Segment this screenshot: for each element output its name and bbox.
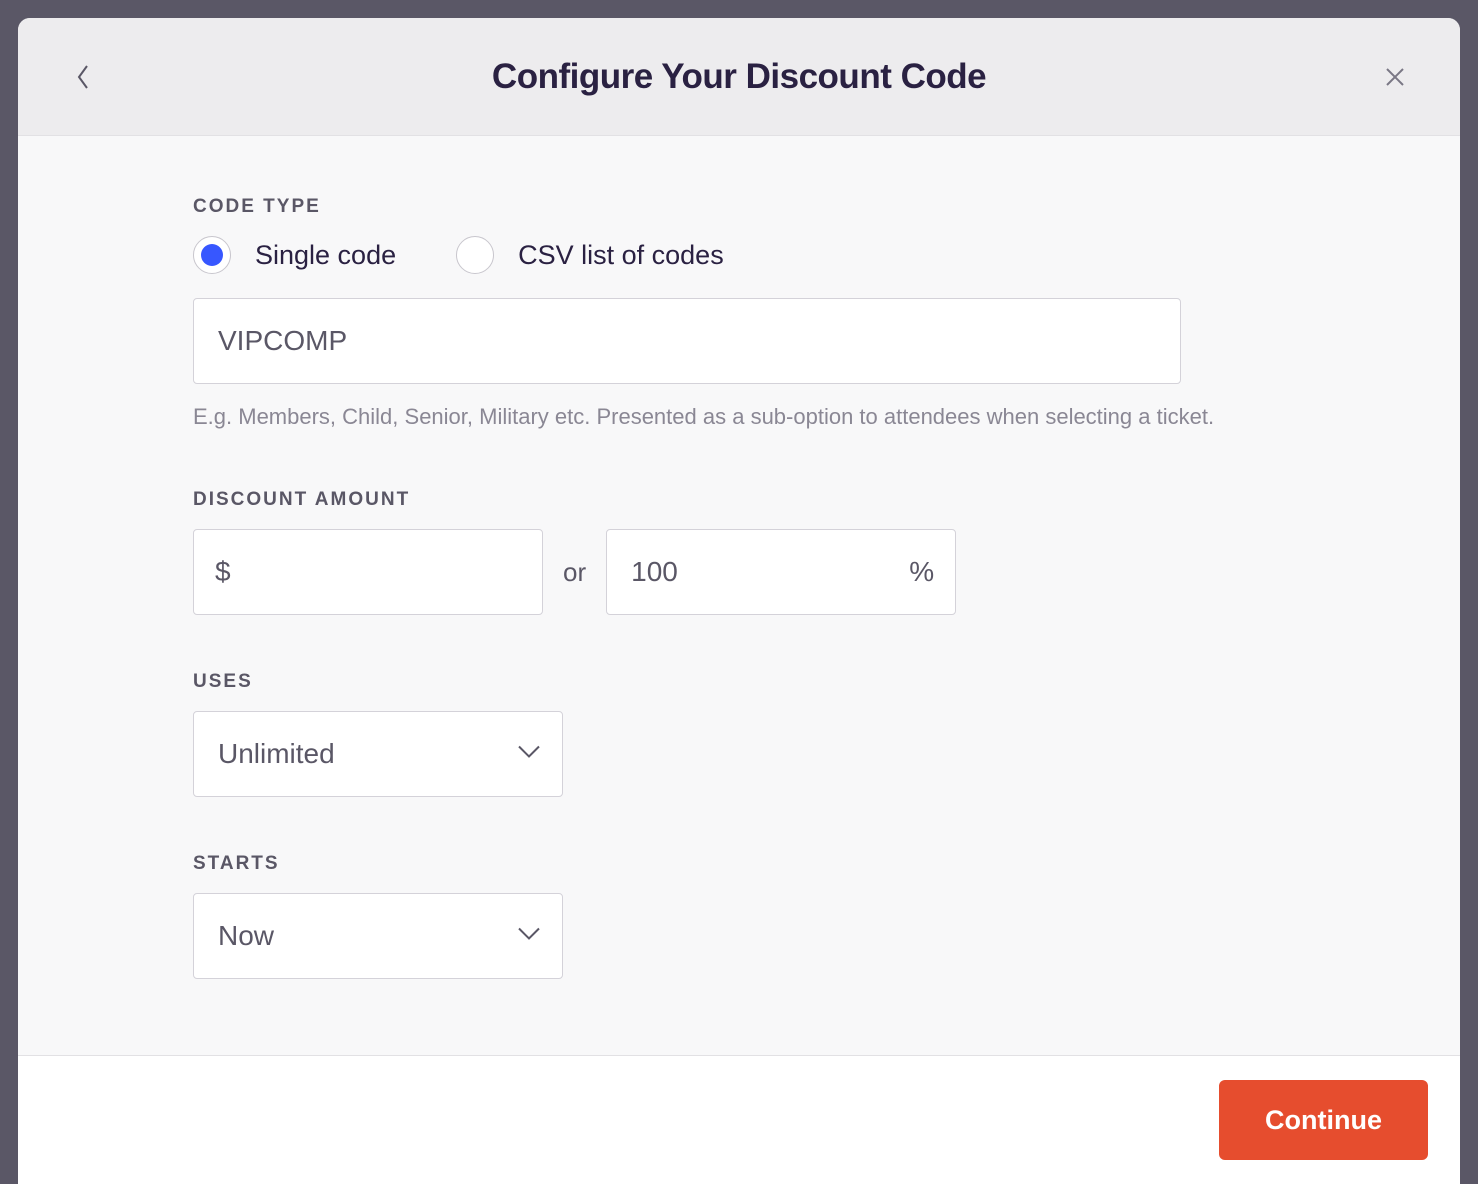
- dollar-symbol: $: [215, 556, 231, 588]
- code-type-radio-group: Single code CSV list of codes: [193, 236, 1285, 274]
- radio-single-code[interactable]: Single code: [193, 236, 396, 274]
- uses-section: USES Unlimited: [193, 671, 1285, 797]
- starts-label: STARTS: [193, 853, 1285, 875]
- continue-button[interactable]: Continue: [1219, 1080, 1428, 1160]
- or-text: or: [563, 557, 586, 588]
- uses-select[interactable]: Unlimited: [193, 711, 563, 797]
- discount-amount-section: DISCOUNT AMOUNT $ or %: [193, 489, 1285, 615]
- radio-csv-label: CSV list of codes: [518, 240, 724, 271]
- starts-select[interactable]: Now: [193, 893, 563, 979]
- discount-amount-label: DISCOUNT AMOUNT: [193, 489, 1285, 511]
- discount-code-modal: Configure Your Discount Code CODE TYPE S…: [18, 18, 1460, 1184]
- dollar-input-wrapper: $: [193, 529, 543, 615]
- amount-row: $ or %: [193, 529, 1285, 615]
- modal-title: Configure Your Discount Code: [492, 57, 986, 97]
- radio-indicator: [456, 236, 494, 274]
- percent-amount-input[interactable]: [606, 529, 956, 615]
- chevron-left-icon: [74, 62, 92, 92]
- modal-footer: Continue: [18, 1055, 1460, 1184]
- radio-single-label: Single code: [255, 240, 396, 271]
- code-helper-text: E.g. Members, Child, Senior, Military et…: [193, 400, 1285, 433]
- percent-symbol: %: [909, 556, 934, 588]
- uses-label: USES: [193, 671, 1285, 693]
- code-type-label: CODE TYPE: [193, 196, 1285, 218]
- percent-input-wrapper: %: [606, 529, 956, 615]
- close-button[interactable]: [1380, 62, 1410, 92]
- starts-select-wrapper: Now: [193, 893, 563, 979]
- radio-indicator: [193, 236, 231, 274]
- code-type-section: CODE TYPE Single code CSV list of codes …: [193, 196, 1285, 433]
- back-button[interactable]: [68, 62, 98, 92]
- starts-section: STARTS Now: [193, 853, 1285, 979]
- modal-header: Configure Your Discount Code: [18, 18, 1460, 136]
- modal-body: CODE TYPE Single code CSV list of codes …: [18, 136, 1460, 1055]
- radio-csv-codes[interactable]: CSV list of codes: [456, 236, 724, 274]
- dollar-amount-input[interactable]: [193, 529, 543, 615]
- close-icon: [1384, 66, 1406, 88]
- code-input[interactable]: [193, 298, 1181, 384]
- uses-select-wrapper: Unlimited: [193, 711, 563, 797]
